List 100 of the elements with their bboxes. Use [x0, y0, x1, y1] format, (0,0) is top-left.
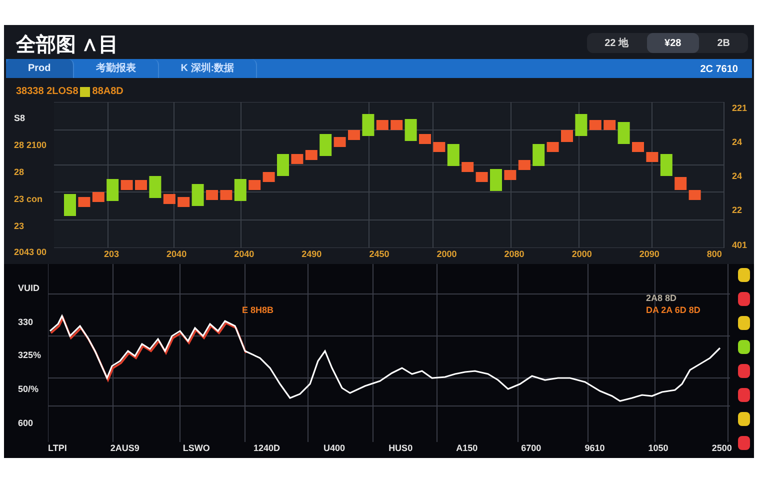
candlestick — [234, 179, 246, 201]
candlestick — [390, 120, 403, 130]
axis-label: LSWO — [182, 442, 210, 455]
candlestick — [404, 119, 417, 141]
axis-label: 9610 — [584, 442, 605, 455]
axis-label: 600 — [18, 416, 34, 430]
axis-label: 50/% — [18, 382, 40, 396]
status-icon — [738, 388, 750, 402]
candlestick — [163, 194, 176, 204]
candlestick — [92, 192, 104, 202]
axis-label: S8 — [14, 112, 26, 125]
legend-label: 38338 2LOS8 — [16, 85, 78, 99]
axis-label: 221 — [732, 102, 748, 115]
axis-label: 2490 — [302, 248, 322, 261]
candlestick — [589, 120, 602, 130]
axis-label: 2043 00 — [14, 246, 48, 260]
chart-annotation: E 8H8B — [242, 304, 274, 317]
legend-swatch — [80, 86, 90, 96]
candlestick — [320, 134, 332, 156]
axis-label: 330 — [18, 316, 34, 329]
axis-label: 2500 — [712, 442, 732, 455]
candlestick — [604, 120, 616, 130]
candlestick — [64, 194, 76, 216]
tab[interactable]: Prod — [6, 59, 74, 78]
tab[interactable]: 考勤报表 — [74, 59, 159, 78]
toolbar-button[interactable]: 2B — [699, 33, 748, 53]
candlestick — [561, 130, 573, 142]
axis-label: 2000 — [572, 248, 592, 261]
window-title: 全部图 ∧目 — [14, 32, 120, 58]
status-icon — [738, 412, 750, 426]
candlestick — [618, 122, 630, 144]
candlestick — [476, 172, 488, 182]
candlestick — [206, 190, 218, 200]
axis-label: 2450 — [369, 248, 390, 261]
candlestick — [262, 172, 275, 182]
candlestick — [192, 184, 204, 206]
candlestick — [546, 142, 559, 152]
toolbar-button[interactable]: ¥28 — [646, 33, 700, 53]
status-icon — [738, 316, 750, 330]
candlestick — [646, 152, 658, 162]
candlestick — [504, 170, 516, 180]
status-icon — [738, 436, 750, 450]
axis-label: 2AUS9 — [110, 442, 140, 455]
axis-label: U400 — [324, 442, 346, 455]
axis-label: 2000 — [436, 248, 457, 261]
axis-label: 22 — [732, 204, 744, 218]
candlestick — [433, 142, 446, 152]
axis-label: 28 — [14, 166, 26, 179]
candlestick — [348, 130, 360, 140]
candlestick — [462, 162, 474, 172]
candlestick — [376, 120, 388, 130]
candlestick — [518, 160, 530, 170]
tab-bar-value: 2C 7610 — [700, 63, 739, 77]
candlestick — [575, 114, 588, 136]
axis-label: 401 — [732, 238, 748, 252]
candlestick — [688, 190, 701, 200]
candlestick — [419, 134, 431, 144]
axis-label: VUID — [18, 282, 41, 295]
candlestick — [291, 154, 304, 164]
candlestick — [674, 177, 687, 190]
axis-label: A150 — [456, 442, 478, 455]
axis-label: 2040 — [166, 248, 187, 261]
tab[interactable]: K 深圳:数据 — [158, 59, 258, 78]
candlestick — [632, 142, 644, 152]
candlestick — [490, 169, 502, 191]
axis-label: 203 — [104, 248, 120, 261]
candlestick — [660, 154, 672, 176]
chart-annotation: DA 2A 6D 8D — [646, 304, 700, 317]
axis-label: 2080 — [504, 248, 524, 261]
candlestick — [334, 137, 346, 147]
axis-label: 2090 — [639, 248, 660, 261]
legend-label: 88A8D — [92, 85, 124, 99]
candlestick — [78, 197, 90, 207]
status-icon — [738, 268, 750, 282]
candlestick — [149, 176, 162, 198]
candlestick — [135, 180, 147, 190]
axis-label: LTPI — [48, 442, 67, 455]
axis-label: 23 con — [14, 192, 44, 206]
candlestick — [106, 179, 119, 201]
candlestick — [362, 114, 374, 136]
axis-label: 6700 — [521, 442, 542, 455]
axis-label: 28 2100 — [14, 138, 48, 152]
candlestick — [120, 180, 133, 190]
status-icon — [738, 364, 750, 378]
toolbar-button[interactable]: 22 地 — [586, 33, 647, 53]
axis-label: 1050 — [648, 442, 668, 455]
candlestick — [248, 180, 261, 190]
axis-label: 24 — [732, 136, 744, 150]
status-icon — [738, 340, 750, 354]
chart-annotation: 2A8 8D — [646, 292, 677, 305]
status-icon — [738, 292, 750, 306]
axis-label: 2040 — [234, 248, 254, 261]
axis-label: 23 — [14, 220, 26, 233]
candlestick — [277, 154, 289, 176]
axis-label: 800 — [706, 248, 722, 261]
axis-label: 1240D — [253, 442, 280, 455]
candlestick — [305, 150, 318, 160]
axis-label: 24 — [732, 170, 744, 184]
candlestick — [532, 144, 545, 166]
candlestick — [220, 190, 232, 200]
